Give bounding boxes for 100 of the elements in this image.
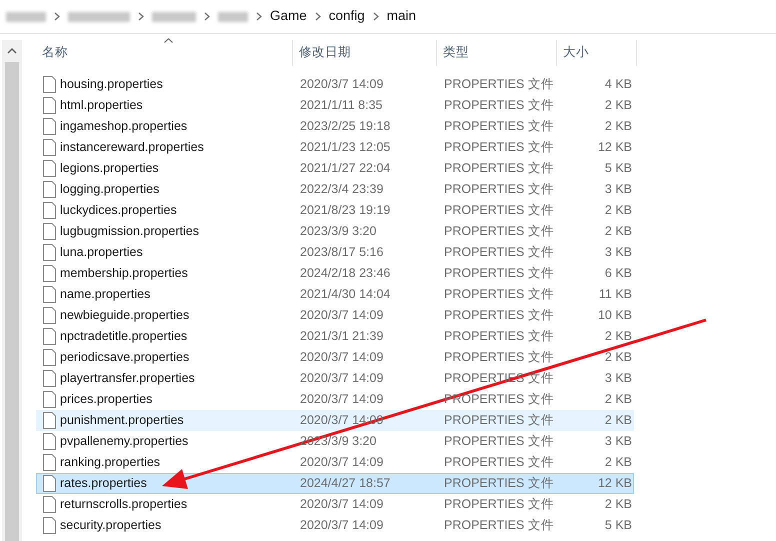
modified-date: 2023/3/9 3:20	[300, 224, 376, 238]
file-name: membership.properties	[60, 265, 188, 282]
scrollbar[interactable]	[2, 40, 22, 541]
file-icon	[43, 118, 56, 135]
file-icon	[43, 328, 56, 345]
column-header[interactable]: 大小	[557, 40, 637, 66]
file-row[interactable]: lugbugmission.properties 2023/3/9 3:20 PROPERTIES 文件 2 KB	[36, 221, 634, 242]
file-icon	[43, 160, 56, 177]
file-row[interactable]: name.properties 2021/4/30 14:04 PROPERTIES 文件 11 KB	[36, 284, 634, 305]
file-name: prices.properties	[60, 391, 152, 408]
file-icon	[43, 370, 56, 387]
file-row[interactable]: returnscrolls.properties 2020/3/7 14:09 PROPERTIES 文件 2 KB	[36, 494, 634, 515]
file-icon	[43, 391, 56, 408]
file-size: 2 KB	[604, 203, 632, 218]
file-name: playertransfer.properties	[60, 370, 195, 388]
modified-date: 2024/4/27 18:57	[300, 476, 390, 490]
file-size: 2 KB	[604, 455, 632, 470]
file-icon	[43, 307, 56, 324]
chevron-icon	[314, 12, 321, 21]
file-type: PROPERTIES 文件	[444, 350, 554, 364]
breadcrumb-item[interactable]: main	[386, 6, 416, 27]
modified-date: 2020/3/7 14:09	[300, 350, 384, 364]
modified-date: 2024/2/18 23:46	[300, 266, 390, 280]
file-size: 3 KB	[604, 182, 632, 196]
file-row[interactable]: luckydices.properties 2021/8/23 19:19 PROPERTIES 文件 2 KB	[36, 200, 634, 221]
file-icon	[43, 97, 56, 114]
file-icon	[43, 265, 56, 282]
file-row[interactable]: rates.properties 2024/4/27 18:57 PROPERTIES 文件 12 KB	[36, 473, 634, 494]
file-row[interactable]: newbieguide.properties 2020/3/7 14:09 PROPERTIES 文件 10 KB	[36, 305, 634, 326]
file-name: name.properties	[60, 286, 150, 304]
column-header[interactable]: 修改日期	[293, 40, 437, 66]
file-row[interactable]: legions.properties 2021/1/27 22:04 PROPERTIES 文件 5 KB	[36, 158, 634, 179]
file-name: ranking.properties	[60, 454, 160, 472]
modified-date: 2021/1/11 8:35	[300, 98, 382, 112]
file-row[interactable]: npctradetitle.properties 2021/3/1 21:39 PROPERTIES 文件 2 KB	[36, 326, 634, 347]
blurred-path-segment[interactable]	[6, 12, 46, 22]
modified-date: 2021/1/23 12:05	[300, 140, 390, 154]
scroll-up-icon[interactable]	[7, 48, 17, 54]
file-type: PROPERTIES 文件	[444, 329, 554, 344]
file-icon	[43, 496, 56, 513]
file-name: luna.properties	[60, 244, 143, 262]
file-type: PROPERTIES 文件	[444, 140, 554, 154]
file-row[interactable]: html.properties 2021/1/11 8:35 PROPERTIES 文件 2 KB	[36, 95, 634, 116]
file-type: PROPERTIES 文件	[444, 98, 554, 112]
file-type: PROPERTIES 文件	[444, 77, 554, 92]
chevron-icon	[372, 12, 379, 21]
file-row[interactable]: security.properties 2020/3/7 14:09 PROPERTIES 文件 5 KB	[36, 515, 634, 536]
file-type: PROPERTIES 文件	[444, 266, 554, 280]
modified-date: 2022/3/4 23:39	[300, 182, 384, 196]
file-row[interactable]: periodicsave.properties 2020/3/7 14:09 PROPERTIES 文件 2 KB	[36, 347, 634, 368]
blurred-path-segment[interactable]	[218, 12, 248, 22]
file-name: ingameshop.properties	[60, 118, 188, 136]
column-header[interactable]: 类型	[437, 40, 557, 66]
file-icon	[43, 286, 56, 303]
file-name: instancereward.properties	[60, 139, 204, 156]
blurred-path-segment[interactable]	[152, 12, 196, 22]
file-size: 10 KB	[598, 308, 632, 322]
blurred-path-segment[interactable]	[68, 12, 130, 22]
modified-date: 2020/3/7 14:09	[300, 77, 384, 92]
file-type: PROPERTIES 文件	[444, 434, 554, 448]
file-size: 3 KB	[604, 245, 632, 260]
breadcrumb-item[interactable]: Game	[270, 6, 307, 27]
modified-date: 2021/4/30 14:04	[300, 287, 390, 302]
file-row[interactable]: prices.properties 2020/3/7 14:09 PROPERTIES 文件 2 KB	[36, 389, 634, 410]
file-row[interactable]: membership.properties 2024/2/18 23:46 PROPERTIES 文件 6 KB	[36, 263, 634, 284]
file-row[interactable]: instancereward.properties 2021/1/23 12:05 PROPERTIES 文件 12 KB	[36, 137, 634, 158]
file-row[interactable]: ingameshop.properties 2023/2/25 19:18 PROPERTIES 文件 2 KB	[36, 116, 634, 137]
file-size: 3 KB	[604, 371, 632, 386]
file-size: 11 KB	[598, 287, 632, 302]
file-type: PROPERTIES 文件	[444, 476, 554, 490]
file-name: security.properties	[60, 517, 162, 534]
file-icon	[43, 139, 56, 156]
breadcrumb-item[interactable]: config	[328, 6, 365, 27]
chevron-icon	[256, 12, 262, 21]
modified-date: 2021/8/23 19:19	[300, 203, 390, 218]
modified-date: 2020/3/7 14:09	[300, 497, 384, 512]
file-row[interactable]: logging.properties 2022/3/4 23:39 PROPERTIES 文件 3 KB	[36, 179, 634, 200]
scroll-thumb[interactable]	[5, 62, 19, 541]
modified-date: 2021/1/27 22:04	[300, 161, 390, 176]
file-row[interactable]: ranking.properties 2020/3/7 14:09 PROPERTIES 文件 2 KB	[36, 452, 634, 473]
file-size: 12 KB	[598, 140, 632, 154]
file-size: 12 KB	[598, 476, 632, 490]
file-type: PROPERTIES 文件	[444, 392, 554, 406]
file-type: PROPERTIES 文件	[444, 308, 554, 322]
file-size: 2 KB	[604, 98, 632, 112]
file-type: PROPERTIES 文件	[444, 161, 554, 176]
file-type: PROPERTIES 文件	[444, 203, 554, 218]
file-size: 5 KB	[604, 161, 632, 176]
file-icon	[43, 517, 56, 534]
file-type: PROPERTIES 文件	[444, 413, 554, 428]
file-type: PROPERTIES 文件	[444, 518, 554, 532]
modified-date: 2020/3/7 14:09	[300, 455, 384, 470]
file-size: 2 KB	[604, 350, 632, 364]
file-type: PROPERTIES 文件	[444, 182, 554, 196]
file-row[interactable]: housing.properties 2020/3/7 14:09 PROPERTIES 文件 4 KB	[36, 74, 634, 95]
file-size: 2 KB	[604, 497, 632, 512]
column-header[interactable]: 名称	[36, 40, 293, 66]
file-row[interactable]: luna.properties 2023/8/17 5:16 PROPERTIES 文件 3 KB	[36, 242, 634, 263]
file-name: newbieguide.properties	[60, 307, 190, 324]
file-size: 2 KB	[604, 224, 632, 238]
